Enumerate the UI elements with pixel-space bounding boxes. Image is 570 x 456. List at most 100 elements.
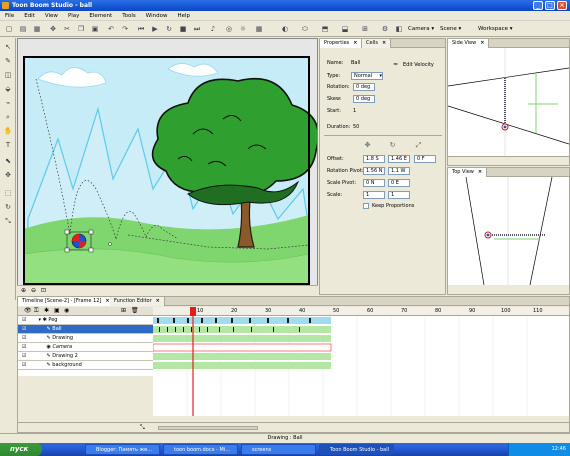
text-tool-icon[interactable]: T [3, 140, 13, 150]
import-icon[interactable]: ✥ [48, 24, 58, 34]
crop-tool-icon[interactable]: ⬚ [3, 188, 13, 198]
new-icon[interactable]: ▢ [4, 24, 14, 34]
close-button[interactable]: × [557, 1, 567, 10]
skew-handle-icon[interactable]: ⤢ [414, 141, 423, 149]
layer-row-camera[interactable]: ☑ ◉ Camera [18, 343, 153, 352]
hand-tool-icon[interactable]: ✋ [3, 126, 13, 136]
layer-row-ball[interactable]: ☑ ✎ Ball [18, 325, 153, 334]
workspace-dropdown[interactable]: Workspace ▾ [478, 24, 513, 34]
menu-help[interactable]: Help [172, 11, 195, 21]
rotation-field[interactable]: 0 deg [353, 83, 375, 91]
rotation-pivot-ns-field[interactable]: 1.56 N [363, 167, 385, 175]
skew-field[interactable]: 0 deg [353, 95, 375, 103]
last-frame-icon[interactable]: ⏭ [192, 24, 202, 34]
light-table-icon[interactable]: ☼ [238, 24, 248, 34]
paint-bucket-icon[interactable]: ⬙ [3, 84, 13, 94]
task-screens-folder[interactable]: screens [241, 444, 316, 455]
first-frame-icon[interactable]: ⏮ [136, 24, 146, 34]
keep-proportions-checkbox[interactable] [363, 203, 369, 209]
cut-icon[interactable]: ✂ [62, 24, 72, 34]
onion-skin-icon[interactable]: ◎ [224, 24, 234, 34]
scale-tool-icon[interactable]: ⤡ [3, 216, 13, 226]
scale-y-field[interactable]: 1 [388, 191, 410, 199]
layer-row-peg[interactable]: ☑ ▾ ✱ Peg [18, 316, 153, 325]
eraser-tool-icon[interactable]: ◫ [3, 70, 13, 80]
camera-view[interactable] [17, 38, 320, 295]
task-blogger[interactable]: Blogger: Память же... [85, 444, 160, 455]
stop-icon[interactable]: ■ [178, 24, 188, 34]
task-word-doc[interactable]: toon boom.docx - Mi... [163, 444, 238, 455]
layer-row-background[interactable]: ☑ ✎ background [18, 361, 153, 370]
menu-play[interactable]: Play [63, 11, 84, 21]
eye-icon[interactable]: 👁 [24, 307, 32, 314]
peg-icon[interactable]: ✱ [44, 307, 49, 314]
save-icon[interactable]: ▦ [32, 24, 42, 34]
tab-cells[interactable]: Cells × [362, 39, 392, 48]
rotation-pivot-ew-field[interactable]: 1.1 W [388, 167, 410, 175]
sound-icon[interactable]: ♪ [208, 24, 218, 34]
delete-layer-icon[interactable]: 🗑 [131, 307, 139, 314]
tab-timeline[interactable]: Timeline [Scene-2] - [Frame 12] × [18, 297, 115, 306]
open-icon[interactable]: ▤ [18, 24, 28, 34]
render-icon[interactable]: ◧ [394, 24, 404, 34]
select-tool-icon[interactable]: ↖ [3, 42, 13, 52]
type-select[interactable]: Normal ▾ [351, 72, 383, 80]
offset-ew-field[interactable]: 1.46 E [388, 155, 410, 163]
menu-view[interactable]: View [40, 11, 63, 21]
menu-tools[interactable]: Tools [117, 11, 141, 21]
layer-row-drawing[interactable]: ☑ ✎ Drawing [18, 334, 153, 343]
menu-file[interactable]: File [0, 11, 19, 21]
rotate-handle-icon[interactable]: ↻ [388, 141, 397, 149]
copy-icon[interactable]: ❐ [76, 24, 86, 34]
edit-velocity-icon[interactable]: ≈ [393, 61, 401, 69]
add-layer-icon[interactable]: ⊞ [121, 307, 126, 314]
zoom-out-icon[interactable]: ⊖ [31, 287, 36, 294]
lock-icon[interactable]: ⚿ [34, 307, 39, 315]
tab-function-editor[interactable]: Function Editor × [110, 297, 165, 306]
zoom-slider-icon[interactable]: ⤡ [140, 424, 145, 432]
redo-icon[interactable]: ↷ [120, 24, 130, 34]
drawing-layer-icon[interactable]: ▣ [54, 307, 60, 314]
dropper-tool-icon[interactable]: ⌁ [3, 98, 13, 108]
camera-dropdown[interactable]: Camera ▾ [408, 24, 434, 34]
task-toon-boom[interactable]: Toon Boom Studio - ball [319, 444, 394, 455]
camera-layer-icon[interactable]: ◉ [64, 307, 69, 314]
menu-window[interactable]: Window [141, 11, 173, 21]
offset-fb-field[interactable]: 0 F [414, 155, 436, 163]
tab-side-view[interactable]: Side View × [448, 39, 490, 48]
top-view-canvas[interactable] [448, 176, 569, 286]
frame-ruler[interactable]: 10 20 30 40 50 60 70 80 90 100 110 [153, 307, 569, 316]
loop-icon[interactable]: ↻ [164, 24, 174, 34]
scene-dropdown[interactable]: Scene ▾ [440, 24, 461, 34]
contour-tool-icon[interactable]: ✥ [3, 170, 13, 180]
start-button[interactable]: пуск [0, 443, 42, 456]
grid-icon[interactable]: ▦ [254, 24, 264, 34]
play-icon[interactable]: ▶ [150, 24, 160, 34]
camera-view-icon[interactable]: ◐ [280, 24, 290, 34]
paste-icon[interactable]: ▣ [90, 24, 100, 34]
zoom-in-icon[interactable]: ⊕ [21, 287, 26, 294]
zoom-tool-icon[interactable]: ⌕ [3, 112, 13, 122]
tab-top-view[interactable]: Top View × [448, 168, 488, 177]
maximize-button[interactable]: □ [545, 1, 555, 10]
offset-ns-field[interactable]: 1.8 S [363, 155, 385, 163]
scale-pivot-ns-field[interactable]: 0 N [363, 179, 385, 187]
layer-row-drawing-2[interactable]: ☑ ✎ Drawing 2 [18, 352, 153, 361]
menu-edit[interactable]: Edit [19, 11, 40, 21]
transform-tool-icon[interactable]: ⬉ [3, 156, 13, 166]
undo-icon[interactable]: ↶ [106, 24, 116, 34]
menu-element[interactable]: Element [84, 11, 117, 21]
minimize-button[interactable]: _ [533, 1, 543, 10]
scale-x-field[interactable]: 1 [363, 191, 385, 199]
fit-view-icon[interactable]: ⊡ [41, 287, 46, 294]
top-view-icon[interactable]: ⬓ [340, 24, 350, 34]
ruler-icon[interactable]: ⊞ [360, 24, 370, 34]
side-view-icon[interactable]: ⬒ [320, 24, 330, 34]
offset-move-icon[interactable]: ✥ [363, 141, 372, 149]
side-view-canvas[interactable] [447, 48, 570, 156]
brush-tool-icon[interactable]: ✎ [3, 56, 13, 66]
frames-grid[interactable] [153, 316, 569, 416]
timeline-scrollbar[interactable] [158, 426, 258, 430]
settings-icon[interactable]: ⚙ [380, 24, 390, 34]
playhead-handle[interactable] [190, 307, 196, 316]
